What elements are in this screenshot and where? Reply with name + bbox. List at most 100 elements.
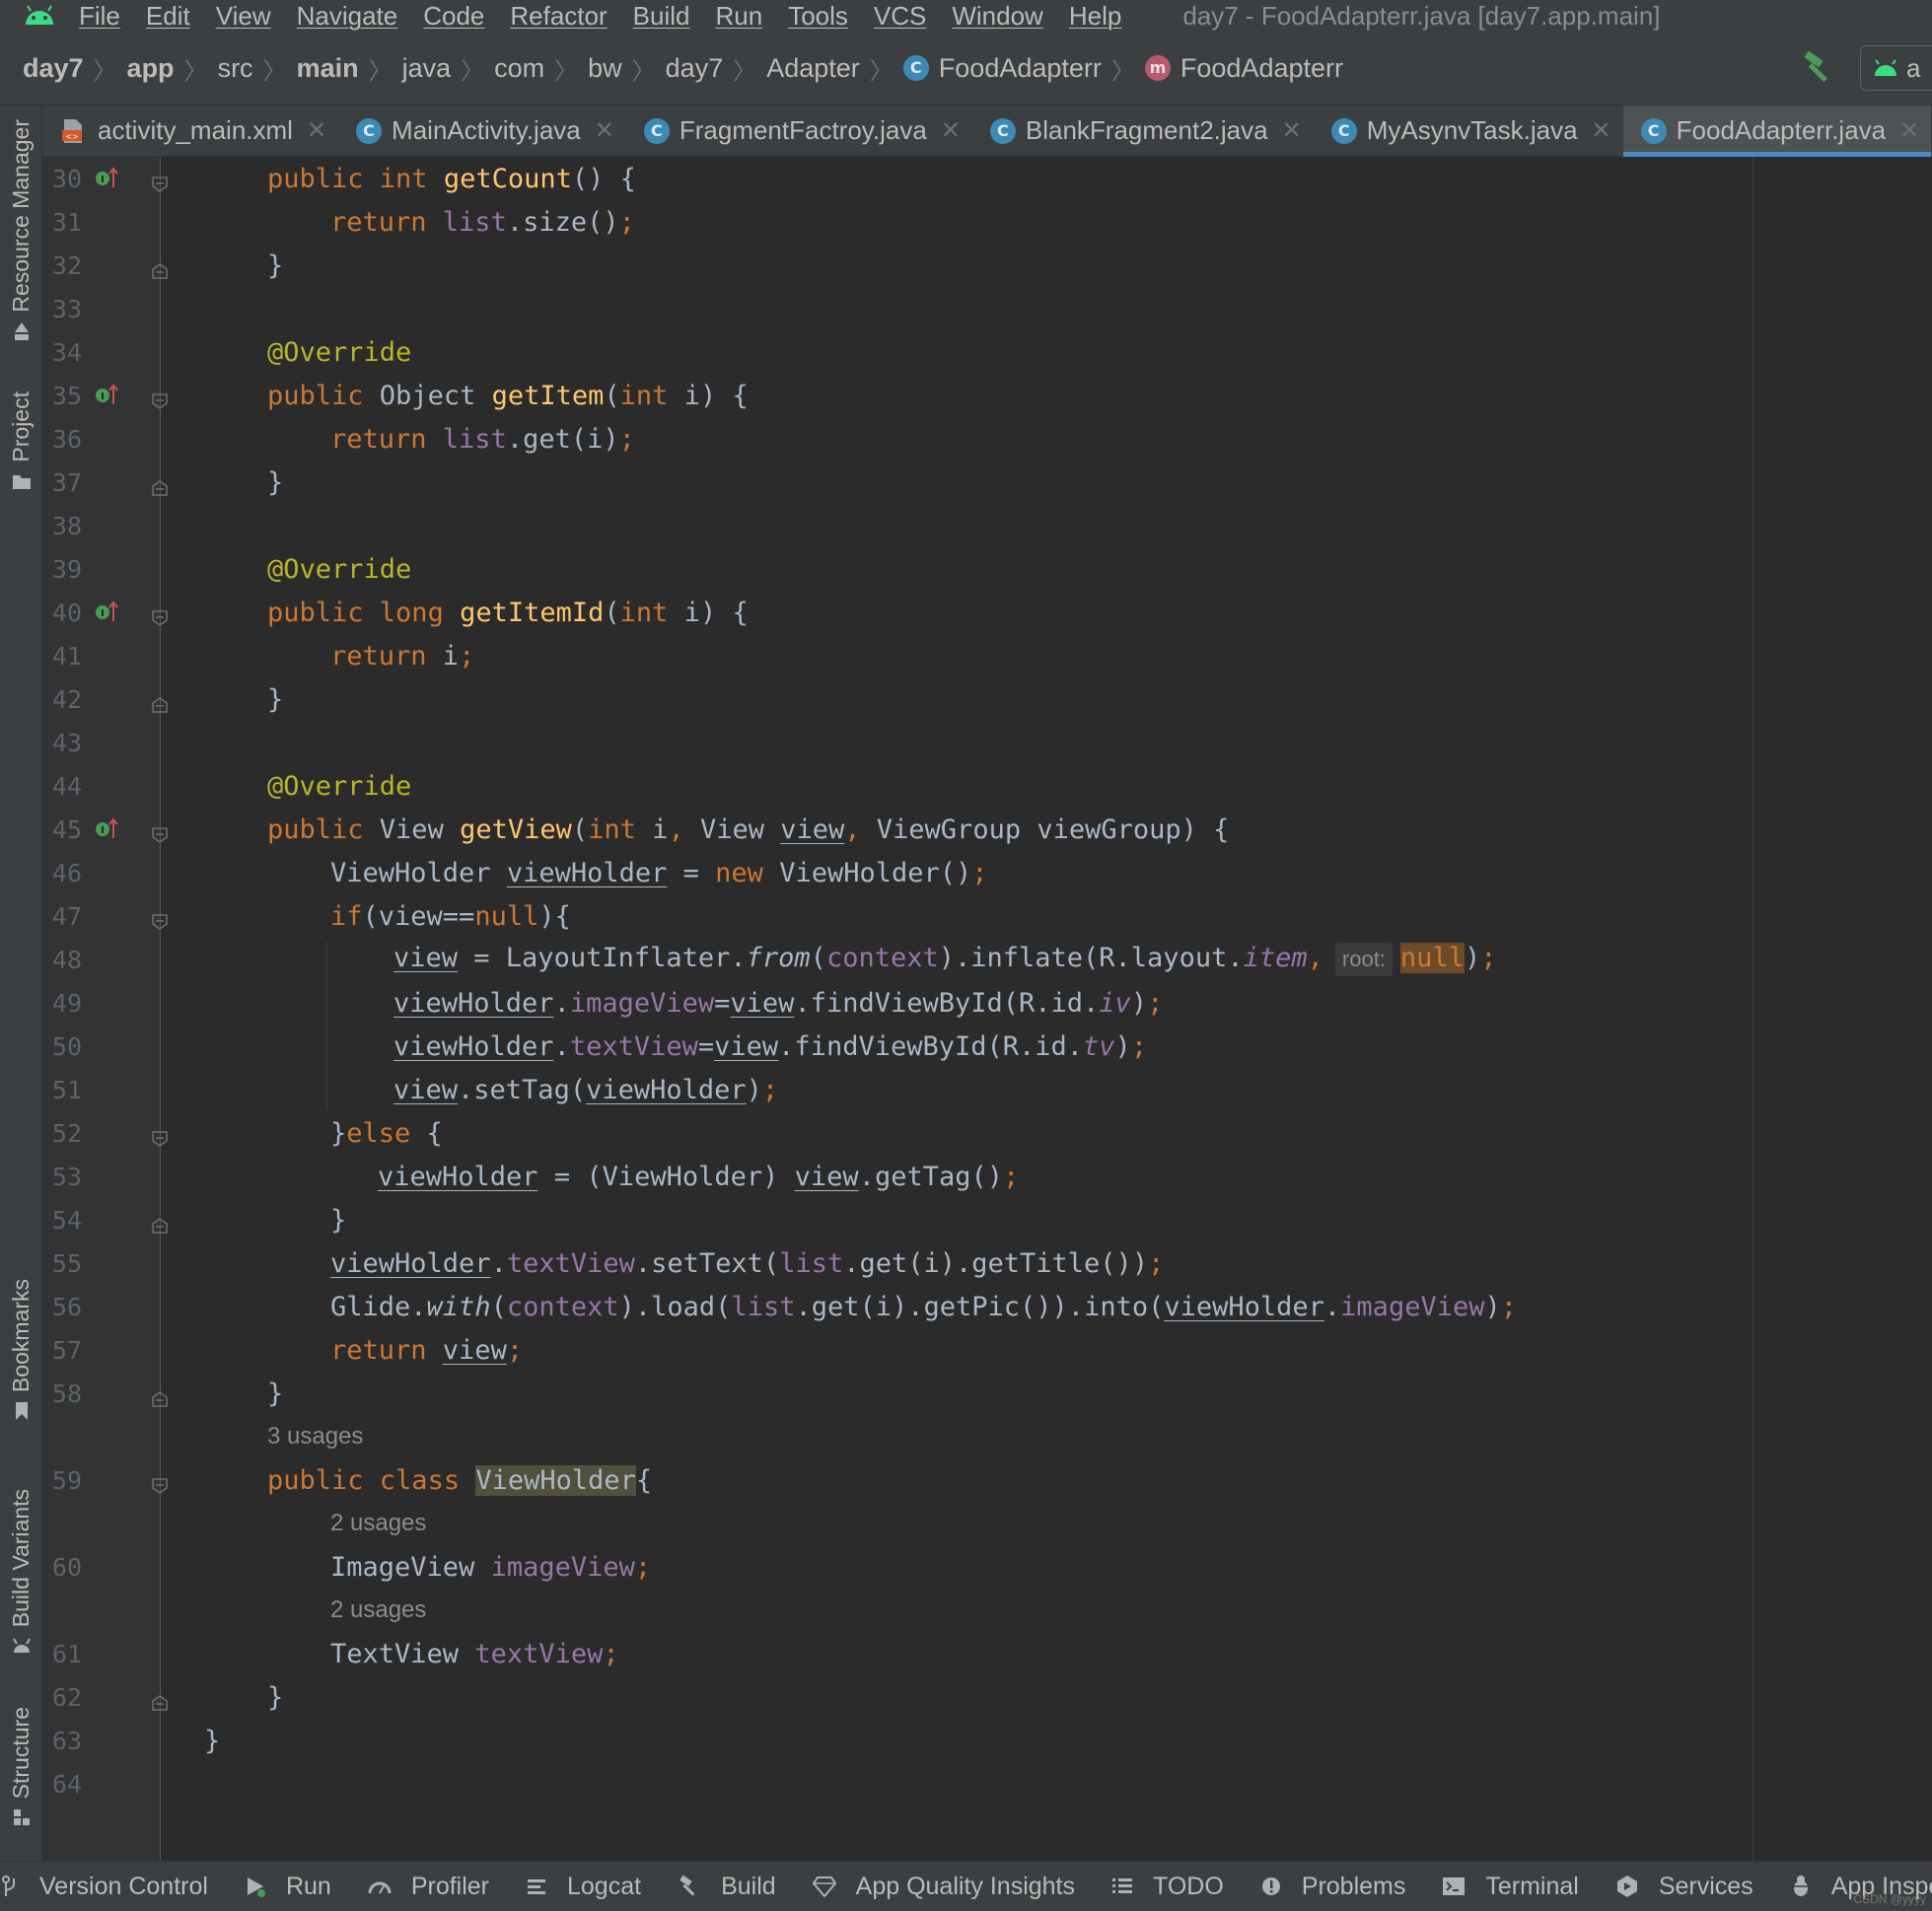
fold-close-icon[interactable]: [151, 256, 169, 279]
code-editor[interactable]: 30 Ipublic int getCount() {31 return list.…: [42, 157, 1932, 1861]
close-tab-icon[interactable]: ✕: [1282, 116, 1302, 145]
code-text[interactable]: public Object getItem(int i) {: [267, 381, 749, 411]
tool-window-build[interactable]: Build: [678, 1873, 776, 1901]
tool-window-services[interactable]: Services: [1615, 1873, 1753, 1901]
code-line[interactable]: 58}: [42, 1372, 1932, 1415]
code-text[interactable]: return list.get(i);: [330, 424, 635, 455]
menu-item-tools[interactable]: Tools: [788, 1, 848, 32]
code-text[interactable]: public int getCount() {: [267, 164, 636, 194]
breadcrumb-item[interactable]: C FoodAdapterr: [902, 53, 1102, 84]
fold-open-icon[interactable]: [151, 820, 169, 843]
code-text[interactable]: ViewHolder viewHolder = new ViewHolder()…: [330, 858, 988, 888]
code-line[interactable]: 40 Ipublic long getItemId(int i) {: [42, 591, 1932, 634]
menu-item-window[interactable]: Window: [952, 1, 1042, 32]
tool-window-bookmarks[interactable]: Bookmarks: [8, 1279, 35, 1422]
code-line[interactable]: 57 return view;: [42, 1328, 1932, 1372]
override-gutter-icon[interactable]: I: [94, 816, 119, 842]
tool-window-structure[interactable]: Structure: [8, 1707, 35, 1828]
code-line[interactable]: 31 return list.size();: [42, 200, 1932, 244]
tool-window-version-control[interactable]: Version Control: [0, 1873, 208, 1901]
code-text[interactable]: public class ViewHolder{: [267, 1464, 652, 1496]
code-line[interactable]: 38: [42, 504, 1932, 547]
code-line[interactable]: 35 Ipublic Object getItem(int i) {: [42, 374, 1932, 417]
code-text[interactable]: ImageView imageView;: [330, 1552, 651, 1583]
code-line[interactable]: 33: [42, 287, 1932, 330]
code-text[interactable]: }: [267, 1682, 283, 1713]
code-text[interactable]: viewHolder.imageView=view.findViewById(R…: [394, 988, 1163, 1019]
code-line[interactable]: 43: [42, 721, 1932, 764]
tool-window-resource-manager[interactable]: Resource Manager: [8, 119, 35, 342]
close-tab-icon[interactable]: ✕: [941, 116, 961, 145]
code-line[interactable]: 64: [42, 1762, 1932, 1805]
close-tab-icon[interactable]: ✕: [595, 116, 614, 145]
code-line[interactable]: 34 @Override: [42, 330, 1932, 374]
code-line[interactable]: 54}: [42, 1198, 1932, 1241]
code-text[interactable]: view = LayoutInflater.from(context).infl…: [394, 943, 1496, 976]
run-config-selector[interactable]: a: [1860, 45, 1932, 91]
code-line[interactable]: 36 return list.get(i);: [42, 417, 1932, 460]
override-gutter-icon[interactable]: I: [94, 600, 119, 625]
code-text[interactable]: public View getView(int i, View view, Vi…: [267, 814, 1229, 845]
tool-window-terminal[interactable]: Terminal: [1442, 1873, 1579, 1901]
code-text[interactable]: return i;: [330, 641, 474, 672]
code-text[interactable]: Glide.with(context).load(list.get(i).get…: [330, 1292, 1517, 1322]
fold-open-icon[interactable]: [151, 170, 169, 192]
code-text[interactable]: }: [267, 684, 283, 715]
menu-item-edit[interactable]: Edit: [146, 1, 190, 32]
code-line[interactable]: 61 TextView textView;: [42, 1632, 1932, 1675]
code-text[interactable]: viewHolder.textView.setText(list.get(i).…: [330, 1248, 1164, 1279]
code-text[interactable]: @Override: [267, 771, 411, 802]
tool-window-logcat[interactable]: Logcat: [526, 1873, 641, 1901]
fold-open-icon[interactable]: [151, 1124, 169, 1147]
code-line[interactable]: 39 @Override: [42, 547, 1932, 591]
code-area[interactable]: 30 Ipublic int getCount() {31 return list.…: [42, 157, 1932, 1805]
breadcrumb-item[interactable]: m FoodAdapterr: [1144, 53, 1343, 84]
breadcrumb-item[interactable]: src: [218, 53, 253, 84]
menu-item-view[interactable]: View: [216, 1, 271, 32]
code-text[interactable]: return view;: [330, 1335, 523, 1366]
usages-hint[interactable]: 2 usages: [330, 1596, 426, 1624]
code-line[interactable]: 59 public class ViewHolder{: [42, 1458, 1932, 1502]
code-line[interactable]: 41 return i;: [42, 634, 1932, 677]
editor-tab[interactable]: <> activity_main.xml ✕: [42, 106, 338, 156]
code-line[interactable]: 44 @Override: [42, 764, 1932, 808]
code-text[interactable]: @Override: [267, 554, 411, 585]
editor-tab[interactable]: C BlankFragment2.java ✕: [972, 106, 1314, 156]
code-line[interactable]: 56 Glide.with(context).load(list.get(i).g…: [42, 1285, 1932, 1328]
breadcrumb-item[interactable]: main: [297, 53, 359, 84]
breadcrumb-item[interactable]: app: [127, 53, 175, 84]
code-line[interactable]: 46 ViewHolder viewHolder = new ViewHolder…: [42, 851, 1932, 894]
tool-window-problems[interactable]: Problems: [1260, 1873, 1405, 1901]
close-tab-icon[interactable]: ✕: [1899, 116, 1919, 145]
code-line[interactable]: 62}: [42, 1675, 1932, 1719]
usages-hint[interactable]: 2 usages: [330, 1510, 426, 1537]
fold-open-icon[interactable]: [151, 603, 169, 626]
editor-tab[interactable]: C MainActivity.java ✕: [338, 106, 626, 156]
menu-item-refactor[interactable]: Refactor: [510, 1, 607, 32]
fold-close-icon[interactable]: [151, 473, 169, 496]
code-line[interactable]: 30 Ipublic int getCount() {: [42, 157, 1932, 200]
code-line[interactable]: 47 if(view==null){: [42, 894, 1932, 938]
code-text[interactable]: }: [330, 1205, 346, 1236]
menu-item-run[interactable]: Run: [715, 1, 762, 32]
usages-hint[interactable]: 3 usages: [267, 1423, 363, 1451]
code-text[interactable]: }: [267, 1379, 283, 1409]
code-line[interactable]: 53 viewHolder = (ViewHolder) view.getTag(…: [42, 1155, 1932, 1198]
breadcrumb-item[interactable]: com: [494, 53, 544, 84]
editor-tab[interactable]: C FoodAdapterr.java ✕: [1622, 106, 1932, 157]
code-line[interactable]: 32}: [42, 244, 1932, 287]
code-text[interactable]: TextView textView;: [330, 1639, 619, 1669]
breadcrumb-item[interactable]: Adapter: [766, 53, 860, 84]
fold-close-icon[interactable]: [151, 1211, 169, 1234]
tool-window-profiler[interactable]: Profiler: [368, 1873, 489, 1901]
close-tab-icon[interactable]: ✕: [1592, 116, 1611, 145]
code-text[interactable]: @Override: [267, 337, 411, 368]
fold-close-icon[interactable]: [151, 1688, 169, 1711]
code-line[interactable]: 55 viewHolder.textView.setText(list.get(i…: [42, 1241, 1932, 1285]
menu-item-help[interactable]: Help: [1069, 1, 1121, 32]
tool-window-todo[interactable]: TODO: [1111, 1873, 1224, 1901]
code-line[interactable]: 60 ImageView imageView;: [42, 1545, 1932, 1589]
tool-window-run[interactable]: Run: [245, 1873, 331, 1901]
breadcrumb-item[interactable]: day7: [666, 53, 724, 84]
menu-item-vcs[interactable]: VCS: [874, 1, 926, 32]
